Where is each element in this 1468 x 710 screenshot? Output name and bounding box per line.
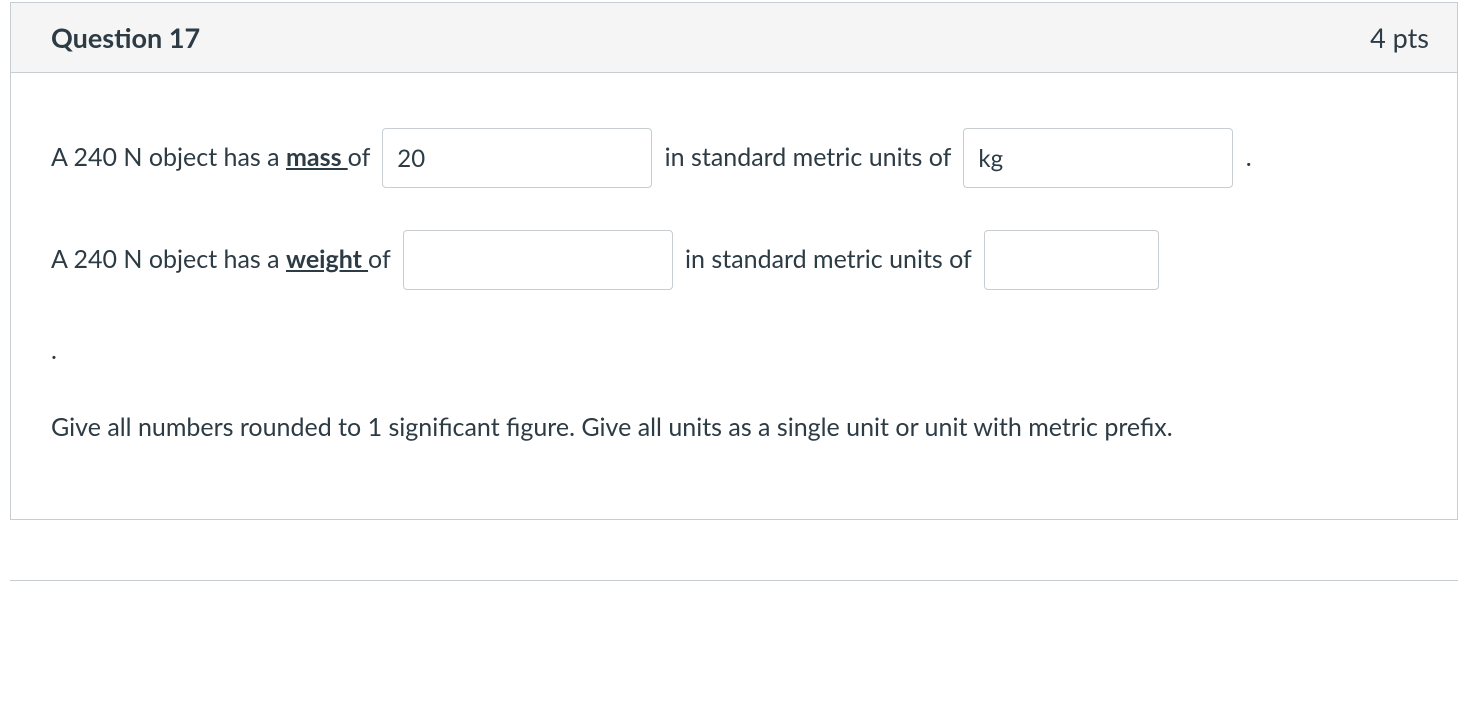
term-mass: mass bbox=[286, 139, 348, 177]
instructions-text: Give all numbers rounded to 1 significan… bbox=[51, 406, 1417, 450]
mass-value-input[interactable] bbox=[382, 128, 652, 188]
question-card: Question 17 4 pts A 240 N object has a m… bbox=[10, 2, 1458, 520]
question-header: Question 17 4 pts bbox=[11, 3, 1457, 73]
mass-unit-input[interactable] bbox=[963, 128, 1233, 188]
text-segment: in standard metric units of bbox=[658, 139, 957, 177]
text-segment: in standard metric units of bbox=[679, 241, 978, 279]
term-weight: weight bbox=[286, 241, 368, 279]
question-title: Question 17 bbox=[51, 21, 200, 54]
text-segment: of bbox=[348, 139, 377, 177]
divider bbox=[10, 580, 1458, 581]
question-body: A 240 N object has a mass of in standard… bbox=[11, 73, 1457, 519]
question-points: 4 pts bbox=[1370, 21, 1429, 54]
question-line-weight: A 240 N object has a weight of in standa… bbox=[51, 230, 1417, 290]
weight-unit-input[interactable] bbox=[984, 230, 1159, 290]
text-segment: . bbox=[1239, 139, 1251, 177]
question-line-mass: A 240 N object has a mass of in standard… bbox=[51, 128, 1417, 188]
text-segment: of bbox=[368, 241, 397, 279]
trailing-period: . bbox=[51, 332, 1417, 370]
text-segment: A 240 N object has a bbox=[51, 139, 286, 177]
weight-value-input[interactable] bbox=[403, 230, 673, 290]
text-segment: A 240 N object has a bbox=[51, 241, 286, 279]
